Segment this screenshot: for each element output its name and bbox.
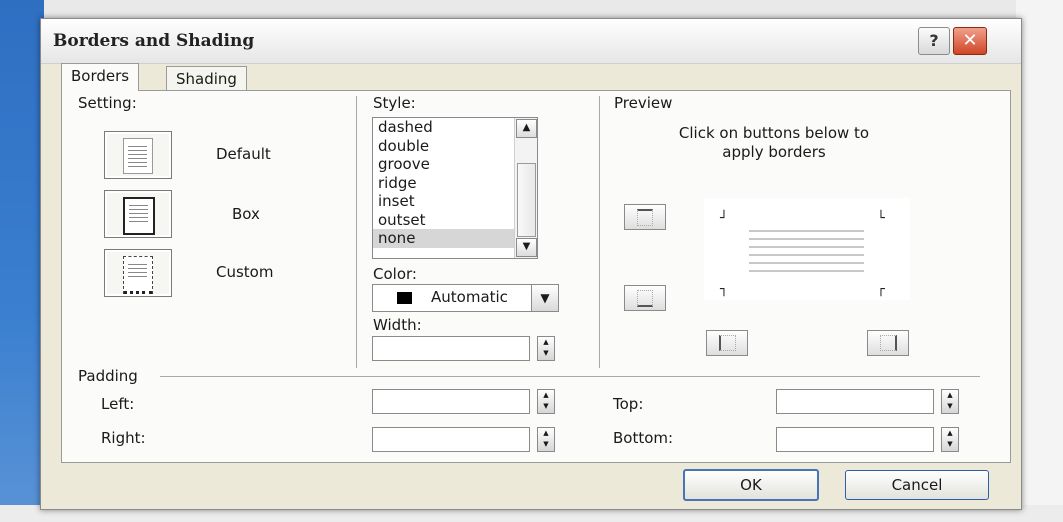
help-button[interactable]: ?	[918, 27, 950, 55]
setting-custom-label: Custom	[216, 263, 274, 281]
padding-right-input[interactable]	[372, 427, 530, 452]
left-border-icon	[719, 335, 736, 351]
padding-bottom-spinner[interactable]: ▲ ▼	[941, 427, 959, 452]
dialog-title: Borders and Shading	[53, 31, 255, 51]
divider-setting-style	[356, 96, 357, 368]
divider-style-preview	[599, 96, 600, 368]
style-option[interactable]: dashed	[373, 118, 524, 137]
color-swatch	[397, 292, 412, 304]
left-border-button[interactable]	[706, 330, 748, 356]
chevron-down-icon[interactable]: ▼	[531, 285, 558, 311]
style-option[interactable]: outset	[373, 211, 524, 230]
box-page-icon	[123, 197, 155, 235]
ok-button[interactable]: OK	[683, 469, 819, 501]
setting-default-label: Default	[216, 145, 271, 163]
setting-heading: Setting:	[78, 94, 137, 112]
padding-heading: Padding	[78, 367, 138, 385]
setting-custom-button[interactable]	[104, 249, 172, 297]
title-bar[interactable]: Borders and Shading ? ✕	[41, 19, 1021, 64]
style-listbox[interactable]: dashed double groove ridge inset outset …	[372, 117, 538, 259]
style-option[interactable]: groove	[373, 155, 524, 174]
setting-box-label: Box	[232, 205, 260, 223]
padding-divider	[160, 376, 980, 377]
setting-default-button[interactable]	[104, 131, 172, 179]
style-option-selected[interactable]: none	[373, 229, 524, 248]
default-page-icon	[123, 138, 153, 174]
style-option[interactable]: ridge	[373, 174, 524, 193]
color-value: Automatic	[431, 288, 508, 306]
style-scrollbar[interactable]: ▲ ▼	[514, 118, 537, 258]
custom-page-icon	[123, 256, 153, 294]
padding-left-spinner[interactable]: ▲ ▼	[537, 389, 555, 414]
padding-top-input[interactable]	[776, 389, 934, 414]
corner-mark-icon: ┌	[877, 282, 885, 297]
padding-left-input[interactable]	[372, 389, 530, 414]
close-button[interactable]: ✕	[953, 27, 987, 55]
style-option[interactable]: inset	[373, 192, 524, 211]
tab-borders[interactable]: Borders	[61, 63, 140, 91]
color-heading: Color:	[373, 265, 417, 283]
scroll-down-icon[interactable]: ▼	[516, 238, 537, 257]
cancel-button[interactable]: Cancel	[845, 470, 989, 500]
padding-top-label: Top:	[613, 395, 644, 413]
right-border-button[interactable]	[867, 330, 909, 356]
style-option[interactable]: double	[373, 137, 524, 156]
top-border-button[interactable]	[624, 204, 666, 230]
preview-heading: Preview	[614, 94, 673, 112]
width-heading: Width:	[373, 316, 422, 334]
bottom-border-button[interactable]	[624, 285, 666, 311]
padding-bottom-label: Bottom:	[613, 429, 674, 447]
scroll-up-icon[interactable]: ▲	[516, 119, 537, 138]
setting-box-button[interactable]	[104, 190, 172, 238]
preview-hint: Click on buttons below to apply borders	[678, 124, 870, 161]
desktop-background-left	[0, 0, 44, 522]
padding-bottom-input[interactable]	[776, 427, 934, 452]
padding-top-spinner[interactable]: ▲ ▼	[941, 389, 959, 414]
padding-right-spinner[interactable]: ▲ ▼	[537, 427, 555, 452]
corner-mark-icon: ┘	[720, 211, 728, 226]
width-input[interactable]	[372, 336, 530, 361]
top-border-icon	[637, 209, 653, 226]
style-heading: Style:	[373, 94, 416, 112]
padding-right-label: Right:	[101, 429, 146, 447]
width-spinner[interactable]: ▲ ▼	[537, 336, 555, 361]
corner-mark-icon: ┐	[720, 282, 728, 297]
scroll-thumb[interactable]	[517, 163, 536, 237]
bottom-border-icon	[637, 290, 653, 307]
desktop-background-right	[1016, 0, 1063, 522]
tab-shading[interactable]: Shading	[166, 66, 247, 92]
color-dropdown[interactable]: Automatic ▼	[372, 284, 559, 312]
corner-mark-icon: └	[877, 211, 885, 226]
right-border-icon	[880, 335, 897, 351]
preview-canvas[interactable]: ┘ └ ┐ ┌	[704, 198, 910, 300]
padding-left-label: Left:	[101, 395, 135, 413]
